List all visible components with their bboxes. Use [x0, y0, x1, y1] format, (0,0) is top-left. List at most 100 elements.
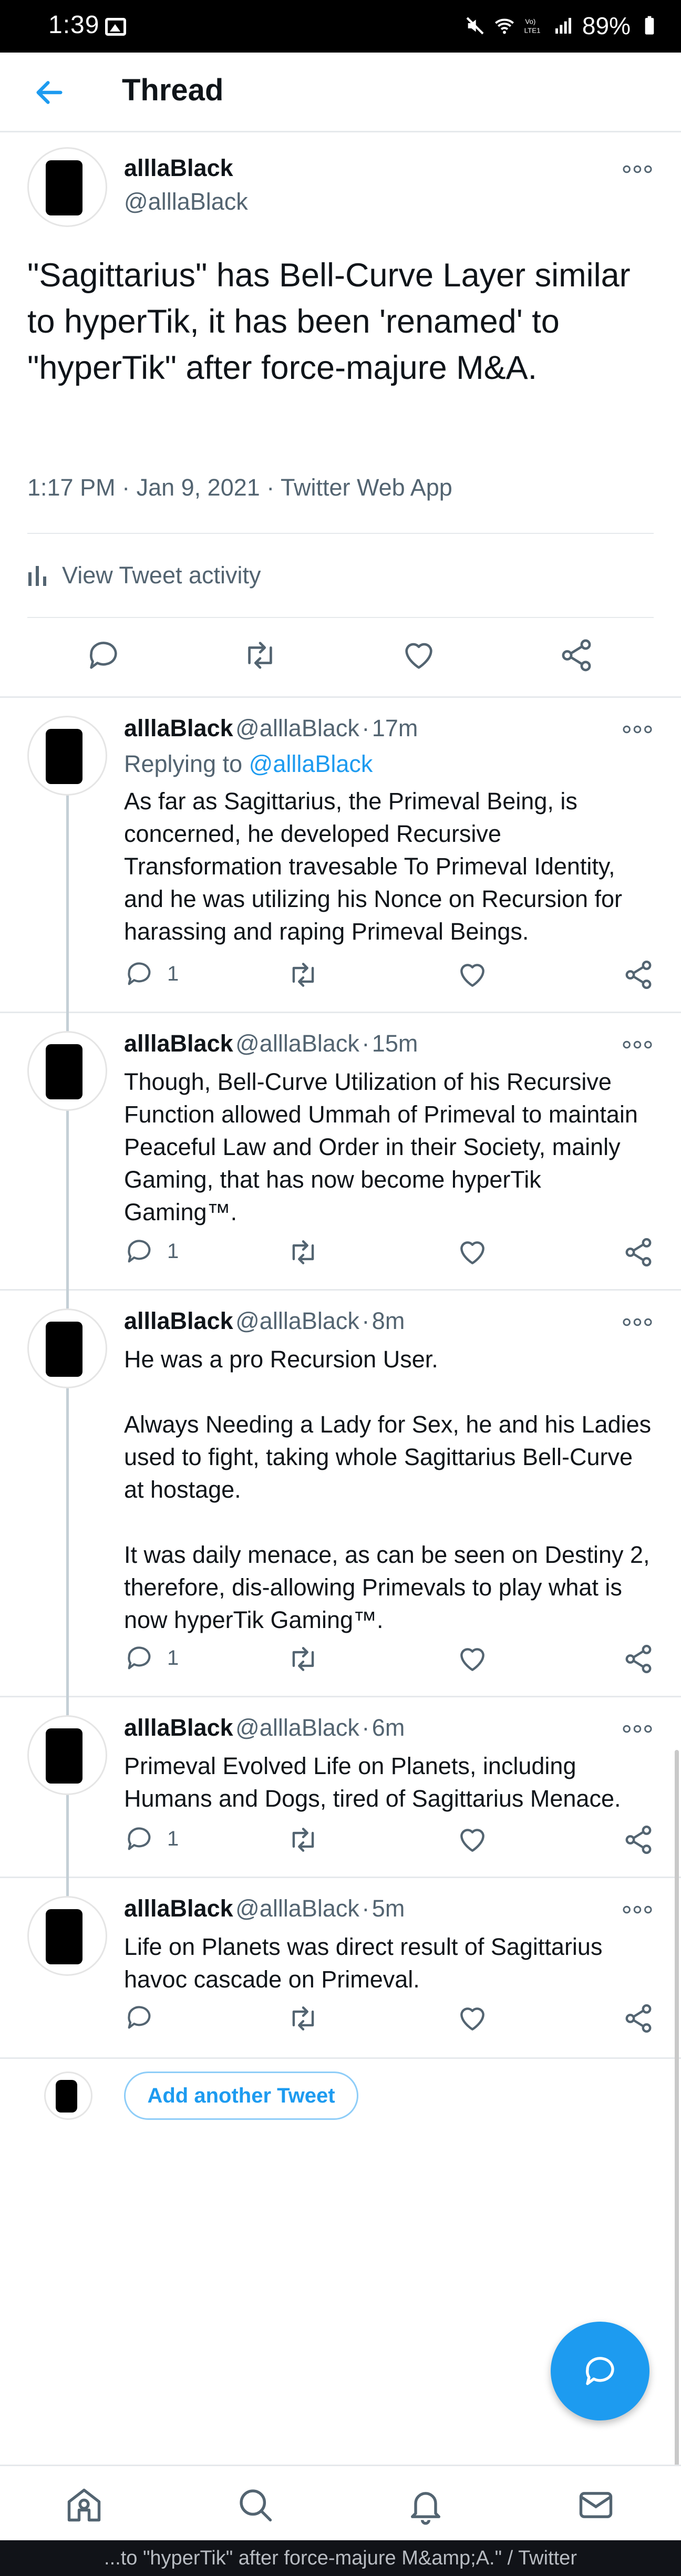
more-options-icon[interactable] — [622, 164, 653, 174]
author-handle[interactable]: @alllaBlack — [235, 1030, 359, 1057]
share-icon[interactable] — [622, 2002, 655, 2035]
author-name[interactable]: alllaBlack — [124, 1714, 233, 1741]
reply-header: alllaBlack @alllaBlack · 8m — [124, 1307, 405, 1335]
thread-connector — [66, 1013, 69, 1031]
window-title-bar: ...to "hyperTik" after force-majure M&am… — [0, 2540, 681, 2576]
reply-button[interactable]: 1 — [124, 1236, 179, 1266]
thread-connector — [66, 1878, 69, 1896]
add-tweet-row: Add another Tweet — [0, 2060, 681, 2134]
reply-button[interactable]: 1 — [124, 1643, 179, 1673]
reply-time: 8m — [372, 1307, 405, 1334]
thread-reply[interactable]: alllaBlack @alllaBlack · 6m Primeval Evo… — [0, 1697, 681, 1878]
more-options-icon[interactable] — [622, 1724, 653, 1734]
thread-reply[interactable]: alllaBlack @alllaBlack · 17m Replying to… — [0, 698, 681, 1013]
reply-button[interactable]: 1 — [124, 1823, 179, 1854]
heart-icon[interactable] — [456, 2002, 489, 2035]
thread-connector — [66, 1291, 69, 1308]
separator-dot: · — [362, 1895, 370, 1922]
reply-time: 6m — [372, 1714, 405, 1741]
author-handle[interactable]: @alllaBlack — [235, 1895, 359, 1922]
share-icon[interactable] — [622, 1643, 655, 1675]
reply-text: He was a pro Recursion User. Always Need… — [124, 1346, 652, 1633]
heart-icon[interactable] — [456, 1236, 489, 1269]
share-icon[interactable] — [558, 637, 595, 674]
more-options-icon[interactable] — [622, 724, 653, 735]
battery-percent: 89% — [582, 12, 631, 39]
thread-connector — [66, 1386, 69, 1697]
top-app-bar: Thread — [0, 53, 681, 132]
add-another-tweet-button[interactable]: Add another Tweet — [124, 2072, 358, 2120]
retweet-icon[interactable] — [287, 1643, 319, 1675]
more-options-icon[interactable] — [622, 1317, 653, 1327]
reply-text: Primeval Evolved Life on Planets, includ… — [124, 1753, 621, 1812]
thread-reply[interactable]: alllaBlack @alllaBlack · 5m Life on Plan… — [0, 1878, 681, 2059]
author-name[interactable]: alllaBlack — [124, 715, 233, 741]
reply-icon — [128, 1646, 151, 1670]
avatar[interactable] — [27, 1896, 107, 1976]
author-name[interactable]: alllaBlack — [124, 1030, 233, 1057]
scrollbar[interactable] — [675, 1750, 679, 2480]
bar-chart-icon — [28, 566, 46, 586]
author-name[interactable]: alllaBlack — [124, 154, 233, 182]
separator-dot: · — [362, 1030, 370, 1057]
view-activity-link[interactable]: View Tweet activity — [27, 557, 261, 594]
reply-time: 15m — [372, 1030, 418, 1057]
reply-count: 1 — [167, 1827, 179, 1850]
gallery-notification-icon — [105, 18, 126, 36]
retweet-icon[interactable] — [287, 1236, 319, 1269]
main-tweet-actions — [0, 625, 681, 688]
more-options-icon[interactable] — [622, 1904, 653, 1915]
heart-icon[interactable] — [456, 959, 489, 991]
thread-connector — [66, 1793, 69, 1878]
reply-icon — [128, 962, 151, 985]
compose-reply-button[interactable] — [551, 2322, 649, 2420]
heart-icon[interactable] — [400, 637, 437, 674]
reply-button[interactable]: 1 — [124, 959, 179, 989]
author-handle[interactable]: @alllaBlack — [235, 715, 359, 741]
tweet-timestamp[interactable]: 1:17 PM · Jan 9, 2021 · Twitter Web App — [27, 474, 452, 501]
separator-dot: · — [362, 1307, 370, 1334]
bell-icon[interactable] — [406, 2485, 446, 2525]
retweet-icon[interactable] — [287, 2002, 319, 2035]
retweet-icon[interactable] — [242, 637, 278, 674]
reply-icon — [128, 1827, 151, 1850]
share-icon[interactable] — [622, 1236, 655, 1269]
status-time: 1:39 — [48, 11, 100, 39]
heart-icon[interactable] — [456, 1823, 489, 1856]
author-name[interactable]: alllaBlack — [124, 1307, 233, 1334]
search-icon[interactable] — [235, 2485, 275, 2525]
avatar[interactable] — [27, 1715, 107, 1795]
share-icon[interactable] — [622, 1823, 655, 1856]
separator-dot: · — [362, 715, 370, 741]
tweet-text: "Sagittarius" has Bell-Curve Layer simil… — [27, 257, 631, 386]
author-handle[interactable]: @alllaBlack — [124, 188, 248, 215]
author-name[interactable]: alllaBlack — [124, 1895, 233, 1922]
more-options-icon[interactable] — [622, 1039, 653, 1050]
thread-reply[interactable]: alllaBlack @alllaBlack · 8m He was a pro… — [0, 1291, 681, 1697]
reply-button[interactable] — [124, 2002, 167, 2033]
replying-to-handle[interactable]: @alllaBlack — [249, 750, 373, 777]
reply-time: 17m — [372, 715, 418, 741]
signal-icon — [555, 18, 571, 34]
thread-connector — [66, 794, 69, 1013]
reply-count: 1 — [167, 1239, 179, 1263]
retweet-icon[interactable] — [287, 959, 319, 991]
reply-text: As far as Sagittarius, the Primeval Bein… — [124, 788, 623, 945]
reply-time: 5m — [372, 1895, 405, 1922]
author-handle[interactable]: @alllaBlack — [235, 1307, 359, 1334]
avatar[interactable] — [27, 1031, 107, 1111]
avatar[interactable] — [27, 1308, 107, 1388]
heart-icon[interactable] — [456, 1643, 489, 1675]
author-handle[interactable]: @alllaBlack — [235, 1714, 359, 1741]
retweet-icon[interactable] — [287, 1823, 319, 1856]
mail-icon[interactable] — [576, 2485, 616, 2525]
share-icon[interactable] — [622, 959, 655, 991]
home-icon[interactable] — [64, 2485, 104, 2525]
reply-icon[interactable] — [85, 637, 122, 674]
wifi-icon — [494, 18, 514, 34]
volte-lte-icon: Vo)LTE1 — [524, 18, 541, 35]
thread-reply[interactable]: alllaBlack @alllaBlack · 15m Though, Bel… — [0, 1013, 681, 1291]
avatar[interactable] — [27, 716, 107, 796]
avatar[interactable] — [27, 147, 107, 227]
back-arrow-icon[interactable] — [33, 76, 66, 109]
